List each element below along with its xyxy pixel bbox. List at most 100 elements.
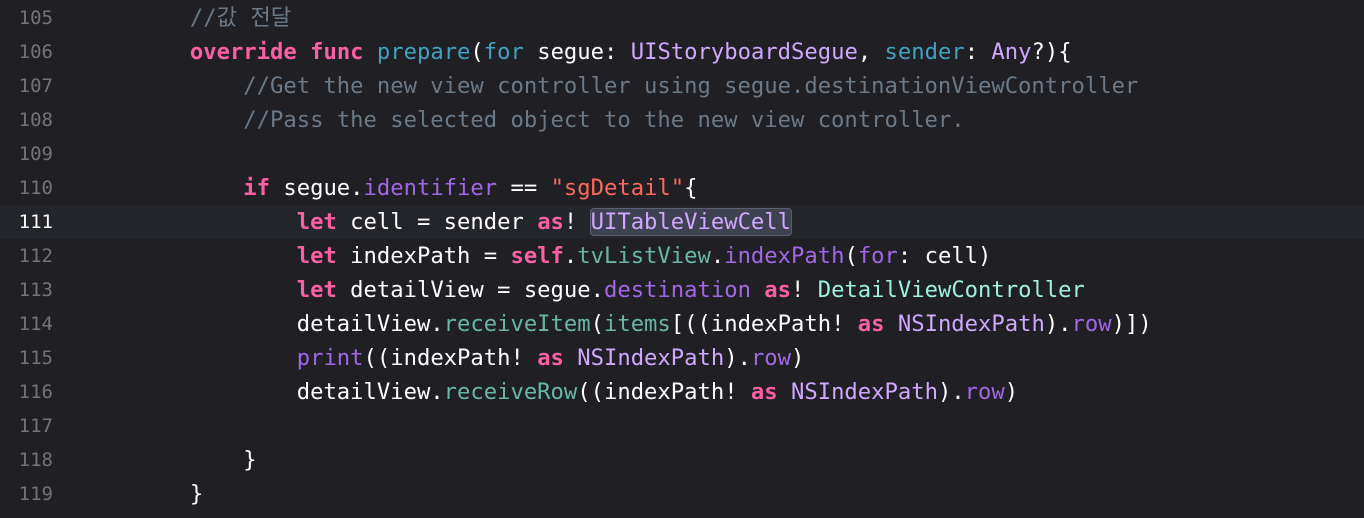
line-number: 116 — [18, 381, 53, 403]
line-code[interactable]: let indexPath = self.tvListView.indexPat… — [83, 239, 992, 273]
code-token: as — [857, 311, 885, 337]
code-token: ((indexPath! — [363, 345, 538, 371]
code-token: ((indexPath! — [577, 379, 751, 405]
line-number: 111 — [18, 211, 53, 233]
code-token: indexPath = — [336, 243, 511, 269]
code-token: )]) — [1111, 311, 1152, 337]
code-token: if — [243, 175, 271, 201]
code-line[interactable]: 118 } — [0, 443, 1364, 477]
line-number: 109 — [18, 143, 53, 165]
line-code[interactable]: } — [83, 477, 203, 511]
code-line[interactable]: 109 — [0, 137, 1364, 171]
code-token: ). — [937, 379, 965, 405]
code-token: . — [710, 243, 725, 269]
line-code[interactable]: //값 전달 — [83, 1, 291, 35]
line-number: 115 — [18, 347, 53, 369]
code-token: cell = sender — [336, 209, 538, 235]
code-token: ( — [844, 243, 858, 269]
code-token: ! — [791, 277, 818, 303]
code-token: //값 전달 — [189, 5, 292, 31]
code-token: segue. — [270, 175, 364, 201]
code-token: row — [964, 379, 1005, 405]
code-line[interactable]: 119 } — [0, 477, 1364, 511]
code-token: sender — [884, 39, 965, 65]
code-line[interactable]: 107 //Get the new view controller using … — [0, 69, 1364, 103]
code-token: destination — [603, 277, 751, 303]
code-token: : — [964, 39, 992, 65]
code-token: as — [537, 345, 564, 371]
code-line[interactable]: 115 print((indexPath! as NSIndexPath).ro… — [0, 341, 1364, 375]
code-editor[interactable]: 105 //값 전달 106 override func prepare(for … — [0, 0, 1364, 518]
line-number: 118 — [18, 449, 53, 471]
code-line-current[interactable]: 111 let cell = sender as! UITableViewCel… — [0, 205, 1364, 239]
code-line[interactable]: 116 detailView.receiveRow((indexPath! as… — [0, 375, 1364, 409]
code-token: prepare — [376, 39, 471, 65]
code-line[interactable]: 117 — [0, 409, 1364, 443]
code-token: as — [764, 277, 792, 303]
code-token: as — [537, 209, 564, 235]
code-token: , — [857, 39, 885, 65]
code-token: . — [563, 243, 578, 269]
code-line[interactable]: 105 //값 전달 — [0, 1, 1364, 35]
line-number: 119 — [18, 483, 53, 505]
code-token: //Get the new view controller using segu… — [243, 73, 1139, 99]
line-code[interactable]: detailView.receiveRow((indexPath! as NSI… — [83, 375, 1018, 409]
code-token: let — [296, 243, 337, 269]
code-token: NSIndexPath — [791, 379, 938, 405]
code-token: items — [603, 311, 671, 337]
code-token: //Pass the selected object to the new vi… — [243, 107, 965, 133]
line-number: 105 — [18, 7, 53, 29]
code-token: as — [750, 379, 778, 405]
code-token: { — [684, 175, 698, 201]
line-code[interactable]: let cell = sender as! UITableViewCell — [83, 205, 792, 239]
code-line[interactable]: 114 detailView.receiveItem(items[((index… — [0, 307, 1364, 341]
line-number: 113 — [18, 279, 53, 301]
line-code[interactable]: override func prepare(for segue: UIStory… — [83, 35, 1072, 69]
code-token: row — [750, 345, 792, 371]
line-code[interactable]: detailView.receiveItem(items[((indexPath… — [83, 307, 1152, 341]
code-token: ). — [1044, 311, 1072, 337]
code-line[interactable]: 110 if segue.identifier == "sgDetail"{ — [0, 171, 1364, 205]
line-code[interactable]: //Pass the selected object to the new vi… — [83, 103, 965, 137]
code-token: ( — [470, 39, 484, 65]
code-line[interactable]: 108 //Pass the selected object to the ne… — [0, 103, 1364, 137]
code-line[interactable]: 106 override func prepare(for segue: UIS… — [0, 35, 1364, 69]
code-token: ?){ — [1031, 39, 1072, 65]
code-token: detailView. — [83, 379, 444, 405]
code-token: } — [83, 481, 204, 507]
code-token: ) — [791, 345, 805, 371]
code-token: let — [296, 209, 337, 235]
code-token: detailView = segue. — [336, 277, 604, 303]
line-code[interactable]: let detailView = segue.destination as! D… — [83, 273, 1085, 307]
line-code[interactable]: print((indexPath! as NSIndexPath).row) — [83, 341, 805, 375]
code-line[interactable]: 112 let indexPath = self.tvListView.inde… — [0, 239, 1364, 273]
line-number: 107 — [18, 75, 53, 97]
line-number: 112 — [18, 245, 53, 267]
code-token: == — [497, 175, 551, 201]
code-token: NSIndexPath — [577, 345, 725, 371]
line-number: 108 — [18, 109, 53, 131]
code-line[interactable]: 113 let detailView = segue.destination a… — [0, 273, 1364, 307]
line-code[interactable]: if segue.identifier == "sgDetail"{ — [83, 171, 698, 205]
line-code[interactable]: } — [83, 443, 256, 477]
code-token: [((indexPath! — [670, 311, 858, 337]
code-token: row — [1071, 311, 1112, 337]
code-token: detailView. — [83, 311, 444, 337]
code-token: : cell) — [897, 243, 992, 269]
code-token: receiveRow — [443, 379, 578, 405]
line-code[interactable]: //Get the new view controller using segu… — [83, 69, 1138, 103]
code-token: override — [189, 39, 297, 65]
